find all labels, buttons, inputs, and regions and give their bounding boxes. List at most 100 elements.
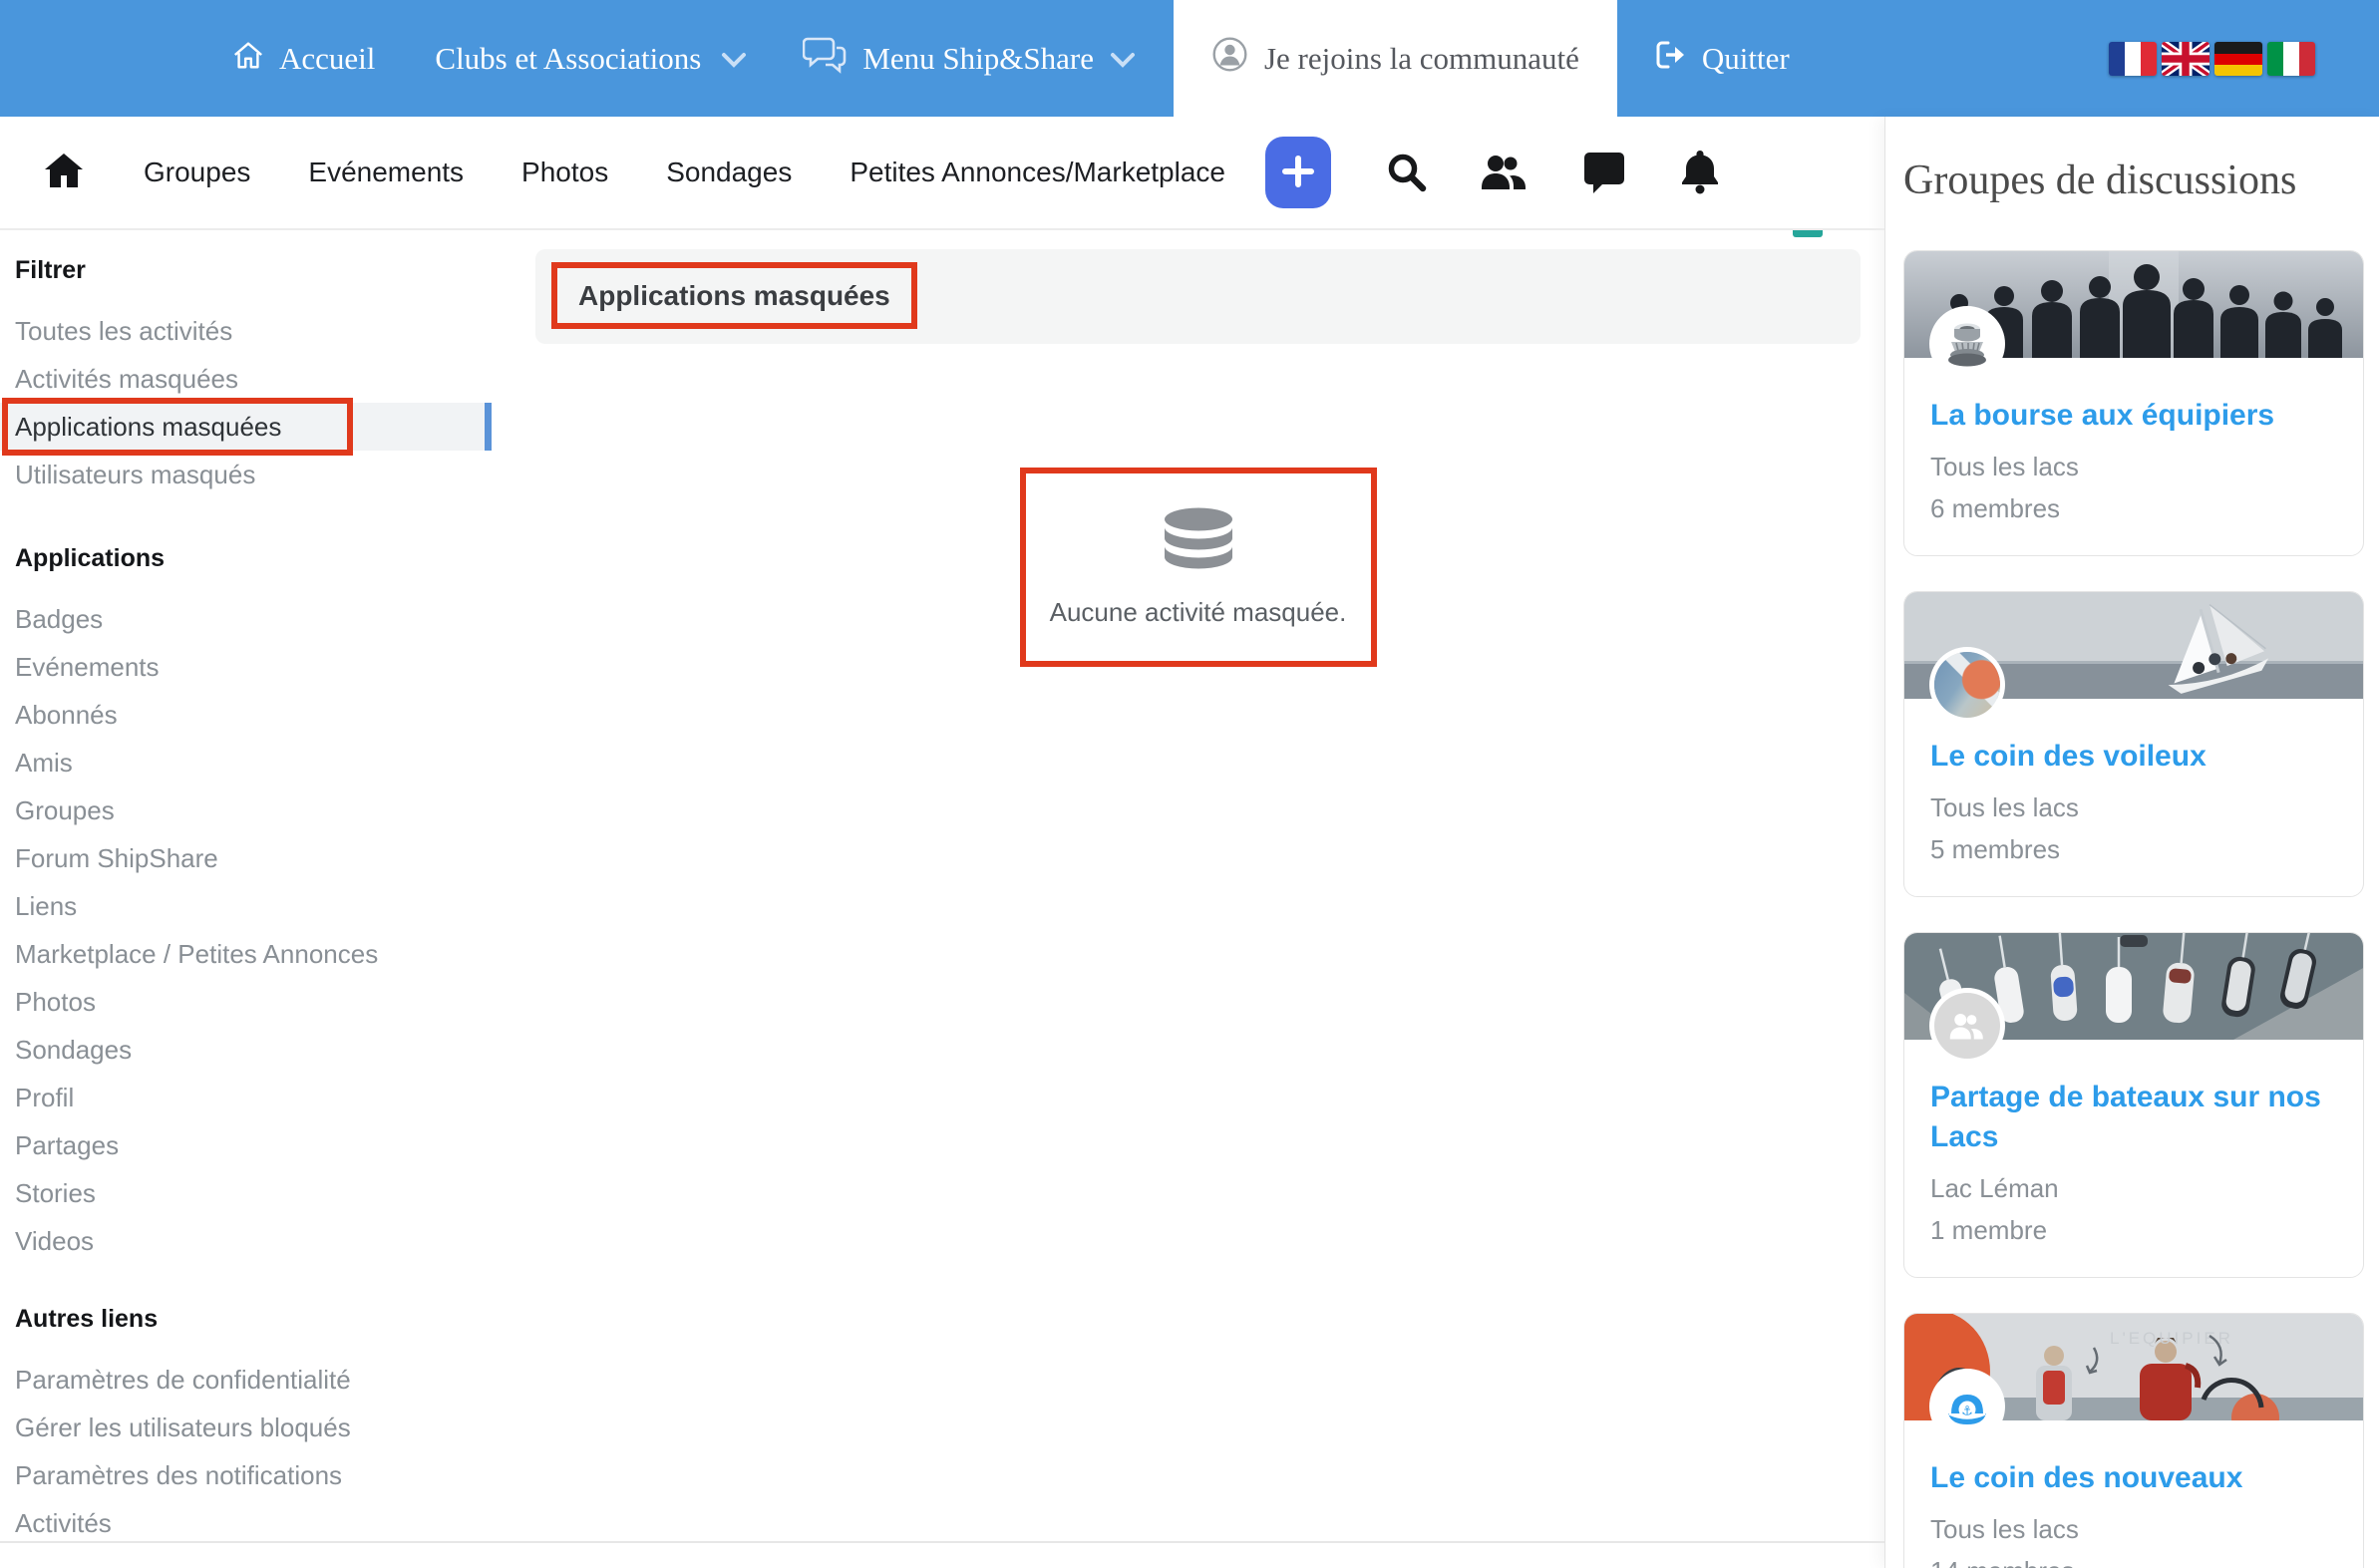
app-item-abonnes[interactable]: Abonnés bbox=[15, 691, 499, 739]
group-card-partage-bateaux[interactable]: Partage de bateaux sur nos Lacs Lac Léma… bbox=[1903, 932, 2364, 1278]
group-location: Tous les lacs bbox=[1930, 1508, 2337, 1550]
sign-out-icon bbox=[1653, 38, 1687, 80]
group-card-bourse-equipiers[interactable]: La bourse aux équipiers Tous les lacs 6 … bbox=[1903, 250, 2364, 556]
nav-menu-label: Menu Ship&Share bbox=[862, 41, 1094, 77]
page: Accueil Clubs et Associations Menu Ship&… bbox=[0, 0, 2379, 1568]
flag-germany-icon[interactable] bbox=[2214, 42, 2262, 76]
home-solid-icon bbox=[42, 151, 86, 195]
filter-item-toutes-activites[interactable]: Toutes les activités bbox=[15, 307, 499, 355]
bell-icon bbox=[1680, 149, 1720, 197]
flag-france-icon[interactable] bbox=[2109, 42, 2157, 76]
subnav-home-button[interactable] bbox=[42, 151, 86, 195]
discussion-groups-sidebar: Groupes de discussions bbox=[1884, 117, 2379, 1568]
group-avatar-captain-hat: ⚓ bbox=[1934, 1374, 2000, 1439]
link-item-confidentialite[interactable]: Paramètres de confidentialité bbox=[15, 1356, 499, 1404]
subnav-item-groupes[interactable]: Groupes bbox=[144, 157, 250, 188]
app-item-badges[interactable]: Badges bbox=[15, 595, 499, 643]
nav-accueil[interactable]: Accueil bbox=[232, 39, 375, 79]
group-member-count: 1 membre bbox=[1930, 1209, 2337, 1251]
selected-indicator-bar bbox=[485, 403, 492, 451]
group-avatar-winch bbox=[1934, 311, 2000, 377]
page-title: Applications masquées bbox=[578, 280, 890, 312]
group-card-coin-voileux[interactable]: Le coin des voileux Tous les lacs 5 memb… bbox=[1903, 591, 2364, 897]
group-location: Lac Léman bbox=[1930, 1167, 2337, 1209]
annotation-box-header: Applications masquées bbox=[551, 262, 917, 329]
app-item-sondages[interactable]: Sondages bbox=[15, 1026, 499, 1074]
group-member-count: 14 membres bbox=[1930, 1550, 2337, 1568]
svg-text:⚓: ⚓ bbox=[1961, 1405, 1973, 1419]
group-title-link[interactable]: Partage de bateaux sur nos Lacs bbox=[1930, 1078, 2337, 1157]
bottom-divider bbox=[0, 1541, 1884, 1543]
other-links-heading: Autres liens bbox=[15, 1305, 499, 1334]
filter-item-label: Applications masquées bbox=[15, 412, 281, 442]
home-outline-icon bbox=[232, 39, 264, 79]
group-location: Tous les lacs bbox=[1930, 446, 2337, 487]
subnav-item-marketplace[interactable]: Petites Annonces/Marketplace bbox=[850, 157, 1225, 188]
link-item-activites[interactable]: Activités bbox=[15, 1499, 499, 1547]
group-title-link[interactable]: La bourse aux équipiers bbox=[1930, 396, 2337, 436]
nav-quitter[interactable]: Quitter bbox=[1653, 38, 1790, 80]
add-button[interactable] bbox=[1265, 137, 1331, 208]
app-item-partages[interactable]: Partages bbox=[15, 1121, 499, 1169]
other-links-list: Paramètres de confidentialité Gérer les … bbox=[15, 1356, 499, 1547]
app-item-liens[interactable]: Liens bbox=[15, 882, 499, 930]
subnav-item-sondages[interactable]: Sondages bbox=[666, 157, 792, 188]
content-header: Applications masquées bbox=[535, 249, 1861, 344]
group-member-count: 5 membres bbox=[1930, 828, 2337, 870]
tab-join-community[interactable]: Je rejoins la communauté bbox=[1174, 0, 1617, 117]
comments-icon bbox=[803, 36, 847, 82]
notifications-button[interactable] bbox=[1680, 149, 1720, 197]
filter-heading: Filtrer bbox=[15, 256, 499, 285]
filter-item-applications-masquees[interactable]: Applications masquées bbox=[0, 403, 492, 451]
nav-accueil-label: Accueil bbox=[279, 41, 375, 77]
flag-uk-icon[interactable] bbox=[2162, 42, 2209, 76]
top-navbar: Accueil Clubs et Associations Menu Ship&… bbox=[0, 0, 2379, 117]
user-circle-icon bbox=[1211, 36, 1248, 81]
chevron-down-icon bbox=[721, 41, 747, 77]
main-layout: Groupes Evénements Photos Sondages Petit… bbox=[0, 117, 2379, 1568]
group-location: Tous les lacs bbox=[1930, 786, 2337, 828]
nav-clubs-associations[interactable]: Clubs et Associations bbox=[435, 41, 747, 77]
filter-sidebar: Filtrer Toutes les activités Activités m… bbox=[0, 230, 499, 1547]
app-item-evenements[interactable]: Evénements bbox=[15, 643, 499, 691]
group-title-link[interactable]: Le coin des voileux bbox=[1930, 737, 2337, 777]
language-flags bbox=[2109, 42, 2315, 76]
messages-button[interactable] bbox=[1582, 150, 1626, 196]
empty-state-text: Aucune activité masquée. bbox=[1050, 597, 1347, 628]
group-title-link[interactable]: Le coin des nouveaux bbox=[1930, 1458, 2337, 1498]
search-icon bbox=[1385, 151, 1427, 195]
subnav-item-evenements[interactable]: Evénements bbox=[308, 157, 464, 188]
app-item-forum-shipshare[interactable]: Forum ShipShare bbox=[15, 834, 499, 882]
app-item-marketplace[interactable]: Marketplace / Petites Annonces bbox=[15, 930, 499, 978]
group-card-coin-nouveaux[interactable]: L'EQUIPIER ⚓ bbox=[1903, 1313, 2364, 1568]
members-button[interactable] bbox=[1481, 152, 1529, 194]
main-content: Applications masquées Aucune activité ma… bbox=[499, 230, 1884, 1547]
app-item-profil[interactable]: Profil bbox=[15, 1074, 499, 1121]
link-item-notifications[interactable]: Paramètres des notifications bbox=[15, 1451, 499, 1499]
subnav-item-photos[interactable]: Photos bbox=[521, 157, 608, 188]
sidebar-title: Groupes de discussions bbox=[1903, 157, 2363, 204]
nav-clubs-label: Clubs et Associations bbox=[435, 41, 701, 77]
app-item-amis[interactable]: Amis bbox=[15, 739, 499, 786]
filter-item-utilisateurs-masques[interactable]: Utilisateurs masqués bbox=[15, 451, 499, 498]
applications-heading: Applications bbox=[15, 544, 499, 573]
search-button[interactable] bbox=[1385, 151, 1427, 195]
app-item-videos[interactable]: Videos bbox=[15, 1217, 499, 1265]
app-item-stories[interactable]: Stories bbox=[15, 1169, 499, 1217]
plus-icon bbox=[1281, 155, 1315, 191]
link-item-utilisateurs-bloques[interactable]: Gérer les utilisateurs bloqués bbox=[15, 1404, 499, 1451]
group-member-count: 6 membres bbox=[1930, 487, 2337, 529]
flag-italy-icon[interactable] bbox=[2267, 42, 2315, 76]
filter-item-activites-masquees[interactable]: Activités masquées bbox=[15, 355, 499, 403]
app-item-groupes[interactable]: Groupes bbox=[15, 786, 499, 834]
group-avatar-users bbox=[1934, 993, 2000, 1059]
database-icon bbox=[1162, 506, 1235, 577]
nav-menu-shipshare[interactable]: Menu Ship&Share bbox=[803, 36, 1136, 82]
app-item-photos[interactable]: Photos bbox=[15, 978, 499, 1026]
secondary-navbar: Groupes Evénements Photos Sondages Petit… bbox=[0, 117, 1884, 230]
group-avatar-photo bbox=[1934, 652, 2000, 718]
users-icon bbox=[1481, 152, 1529, 194]
annotation-box-empty-state: Aucune activité masquée. bbox=[1020, 468, 1377, 667]
nav-quitter-label: Quitter bbox=[1702, 41, 1790, 77]
applications-list: Badges Evénements Abonnés Amis Groupes F… bbox=[15, 595, 499, 1265]
